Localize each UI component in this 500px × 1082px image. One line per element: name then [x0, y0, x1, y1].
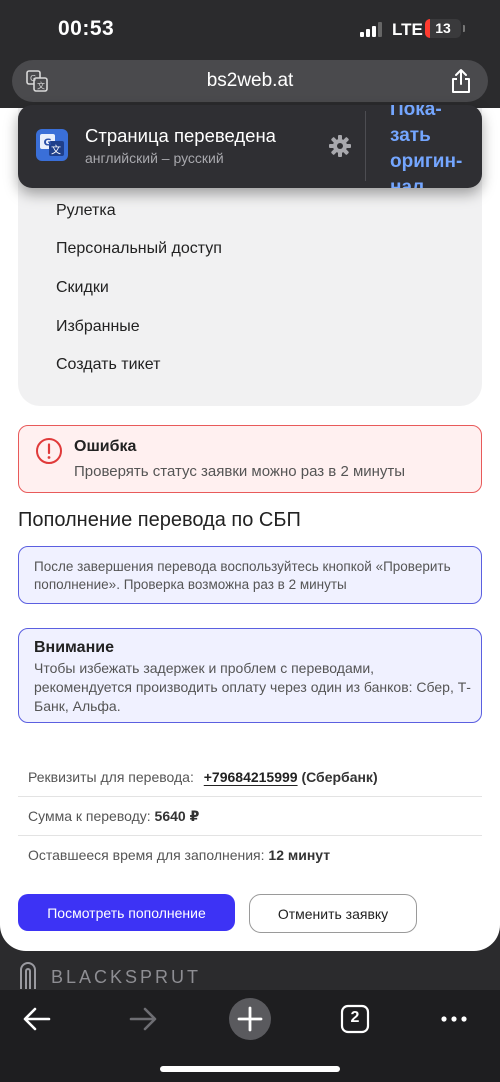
signal-icon	[360, 22, 382, 37]
tabs-count: 2	[350, 1009, 360, 1026]
warning-title: Внимание	[34, 639, 114, 656]
time-label: Оставшееся время для заполнения:	[28, 847, 265, 863]
address-bar[interactable]: G 文 bs2web.at	[12, 60, 488, 102]
show-original-label: Пока-зать оригин-нал	[390, 105, 463, 188]
tabs-button[interactable]: 2	[332, 996, 378, 1042]
bank-name: (Сбербанк)	[301, 769, 378, 785]
menu-item-roulette[interactable]: Рулетка	[56, 202, 116, 220]
alert-circle-icon	[36, 438, 62, 464]
menu-item-favorites[interactable]: Избранные	[56, 318, 140, 336]
url-text[interactable]: bs2web.at	[12, 70, 488, 92]
info-notice: После завершения перевода воспользуйтесь…	[18, 546, 482, 604]
warning-text: Чтобы избежать задержек и проблем с пере…	[34, 660, 471, 714]
show-original-button[interactable]: Пока-зать оригин-нал	[390, 105, 480, 188]
warning-notice: Внимание Чтобы избежать задержек и пробл…	[18, 628, 482, 723]
error-title: Ошибка	[74, 438, 137, 455]
menu-item-create-ticket[interactable]: Создать тикет	[56, 356, 160, 374]
menu-item-discounts[interactable]: Скидки	[56, 279, 109, 297]
amount-label: Сумма к переводу:	[28, 808, 151, 824]
home-indicator	[160, 1066, 340, 1072]
blacksprut-logo-icon	[20, 962, 36, 989]
new-tab-plus-icon[interactable]	[227, 996, 273, 1042]
amount-value: 5640 ₽	[154, 808, 200, 824]
translation-banner: G 文 Страница переведена английский – рус…	[18, 105, 482, 188]
menu-item-personal-access[interactable]: Персональный доступ	[56, 240, 222, 258]
time-value: 12 минут	[268, 847, 331, 863]
gear-icon[interactable]	[328, 134, 352, 158]
battery-icon: 13	[425, 19, 461, 38]
translate-icon: G 文	[36, 129, 68, 161]
info-text: После завершения перевода воспользуйтесь…	[34, 559, 451, 592]
back-arrow-icon[interactable]	[14, 996, 60, 1042]
error-alert: Ошибка Проверять статус заявки можно раз…	[18, 425, 482, 493]
network-type: LTE	[392, 20, 423, 39]
error-message: Проверять статус заявки можно раз в 2 ми…	[74, 463, 406, 480]
share-icon[interactable]	[449, 68, 473, 94]
brand-name: BLACKSPRUT	[51, 967, 202, 987]
svg-text:文: 文	[51, 144, 61, 157]
section-title: Пополнение перевода по СБП	[18, 509, 301, 531]
translation-languages: английский – русский	[85, 150, 224, 166]
status-bar: 00:53 LTE 13	[0, 0, 500, 58]
forward-arrow-icon[interactable]	[120, 996, 166, 1042]
web-page: Рулетка Персональный доступ Скидки Избра…	[0, 108, 500, 951]
phone-number-link[interactable]: +79684215999	[204, 769, 298, 785]
requisites-row: Реквизиты для перевода: +79684215999 (Сб…	[18, 758, 482, 797]
time-row: Оставшееся время для заполнения: 12 мину…	[18, 836, 482, 875]
cancel-request-button[interactable]: Отменить заявку	[249, 894, 417, 933]
amount-row: Сумма к переводу: 5640 ₽	[18, 797, 482, 836]
translation-title: Страница переведена	[85, 125, 276, 146]
check-topup-button[interactable]: Посмотреть пополнение	[18, 894, 235, 931]
requisites-label: Реквизиты для перевода:	[28, 769, 194, 785]
battery-level: 13	[435, 20, 451, 36]
status-time: 00:53	[58, 17, 115, 40]
more-options-icon[interactable]	[431, 996, 477, 1042]
